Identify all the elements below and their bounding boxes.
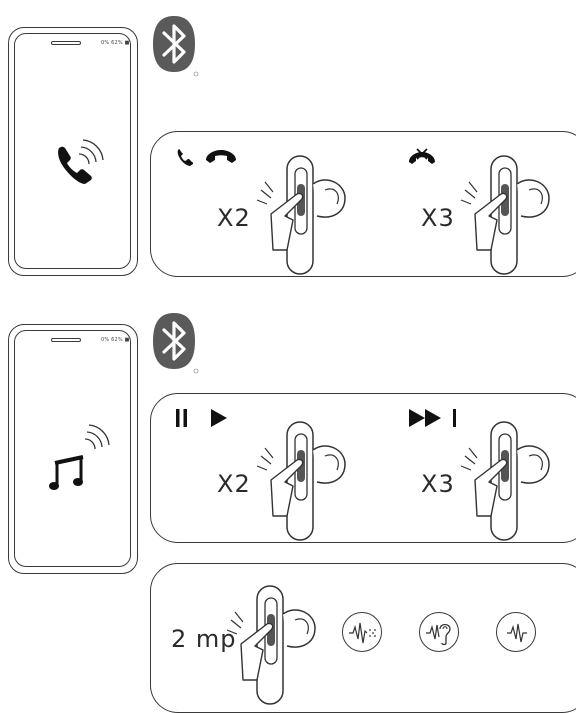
earbud-tap-icon: [256, 155, 346, 275]
answer-call-icon: [177, 149, 193, 166]
phone-music: 0% 62% ■: [8, 324, 138, 574]
bluetooth-icon: [153, 313, 199, 374]
earbud-hold-icon: [226, 585, 316, 705]
triple-tap-count: X3: [421, 204, 455, 232]
triple-tap-count: X3: [421, 470, 455, 498]
earbud-tap-icon: [256, 421, 346, 541]
bluetooth-icon: [153, 16, 199, 77]
phone-speaker: [51, 41, 81, 45]
music-note-icon: [49, 424, 110, 490]
noise-modes-panel: 2 mp: [150, 563, 576, 713]
transparency-icon: [419, 612, 459, 652]
phone-status: 0% 62% ■: [101, 40, 130, 46]
call-gestures-panel: X2 X3: [150, 131, 576, 277]
pause-icon: [176, 409, 187, 427]
phone-call-icon: [58, 139, 104, 184]
phone-speaker: [51, 338, 81, 342]
phone-call: 0% 62% ■: [8, 27, 138, 276]
double-tap-count: X2: [217, 470, 251, 498]
next-track-icon: [409, 409, 456, 427]
double-tap-count: X2: [217, 204, 251, 232]
noise-cancel-icon: [342, 612, 382, 652]
phone-status: 0% 62% ■: [101, 337, 130, 343]
earbud-tap-icon: [460, 155, 550, 275]
hang-up-icon: [206, 150, 236, 163]
off-icon: [496, 612, 536, 652]
music-gestures-panel: X2 X3: [150, 393, 576, 543]
play-icon: [211, 409, 227, 427]
reject-call-icon: [409, 148, 435, 164]
earbud-tap-icon: [460, 421, 550, 541]
